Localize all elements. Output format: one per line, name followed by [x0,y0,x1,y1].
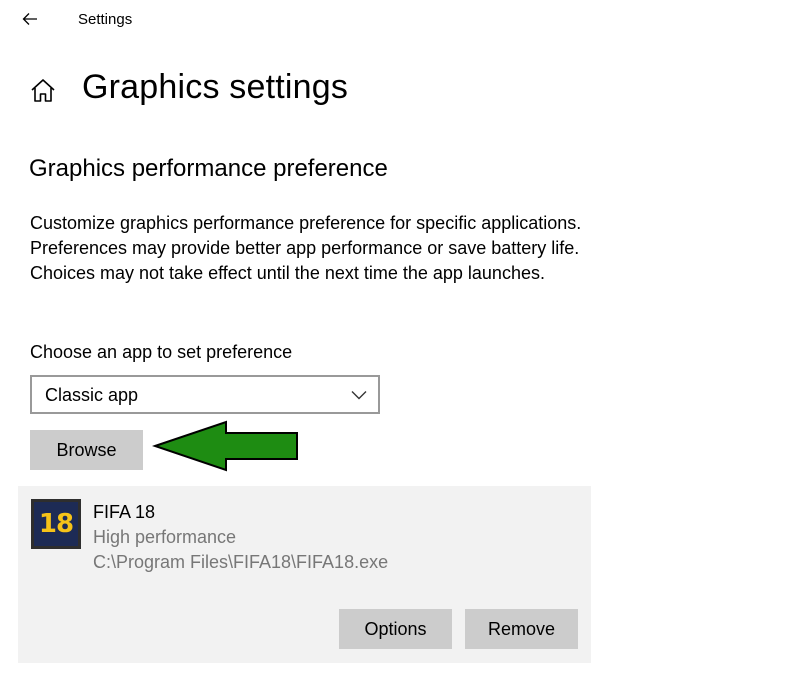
window-title: Settings [78,11,133,28]
settings-window: Settings Graphics settings Graphics perf… [0,0,803,695]
annotation-arrow-icon [152,420,298,472]
chevron-down-icon [351,391,367,400]
home-icon [31,79,55,102]
section-title: Graphics performance preference [29,155,388,182]
fifa-app-icon: 18 [31,499,81,549]
app-preference: High performance [93,527,237,547]
app-path: C:\Program Files\FIFA18\FIFA18.exe [93,552,389,572]
app-picker-label: Choose an app to set preference [30,342,293,362]
remove-button[interactable]: Remove [465,609,578,649]
dropdown-selected-value: Classic app [45,385,139,405]
app-name: FIFA 18 [93,502,156,522]
page-title: Graphics settings [82,68,349,106]
title-bar: Settings [0,0,803,40]
browse-button[interactable]: Browse [30,430,143,470]
section-description: Customize graphics performance preferenc… [30,213,582,283]
options-button[interactable]: Options [339,609,452,649]
app-list-item[interactable]: 18 FIFA 18 High performance C:\Program F… [18,486,591,663]
back-arrow-icon [22,13,37,25]
app-type-dropdown[interactable]: Classic app [30,375,380,414]
back-button[interactable] [16,6,44,32]
